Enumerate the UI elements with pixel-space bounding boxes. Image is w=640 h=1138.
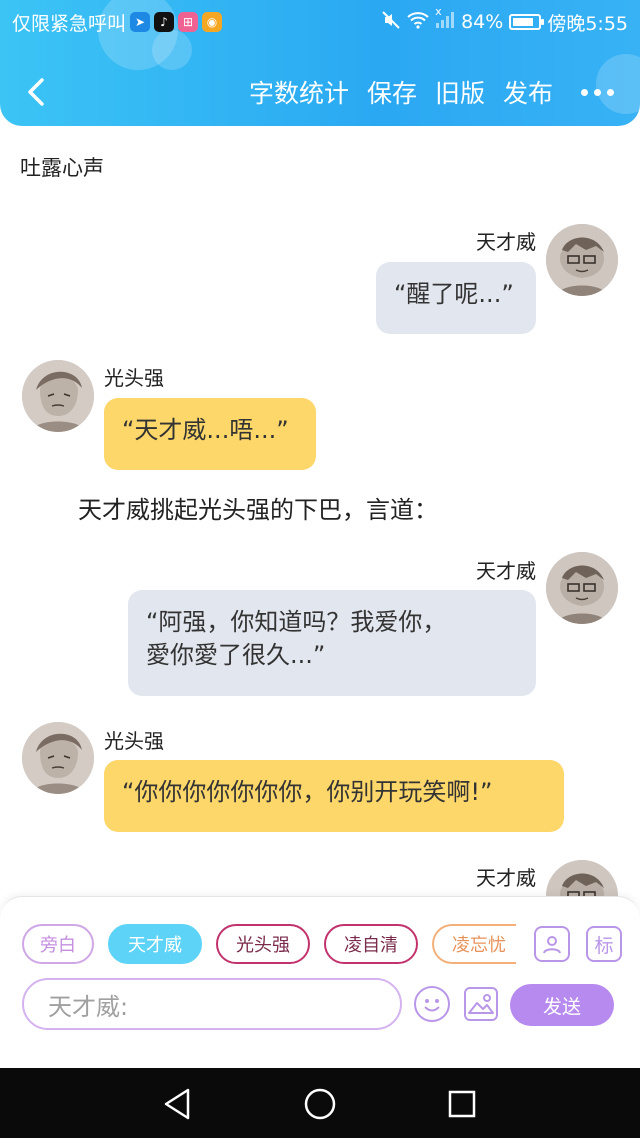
message-text: “醒了呢...” xyxy=(394,280,514,308)
message-text: “你你你你你你你，你别开玩笑啊!” xyxy=(122,778,493,806)
message-input[interactable]: 天才威: xyxy=(22,978,402,1030)
nav-recents-icon[interactable] xyxy=(446,1088,478,1124)
speaker-name: 天才威 xyxy=(476,559,536,583)
role-chip-guangtouqiang[interactable]: 光头强 xyxy=(216,924,310,964)
tiktok-icon: ♪ xyxy=(154,12,175,32)
message-bubble[interactable]: “天才威...唔...” xyxy=(104,398,316,470)
speaker-name: 天才威 xyxy=(476,230,536,254)
signal-icon: x xyxy=(435,5,455,34)
old-version-button[interactable]: 旧版 xyxy=(435,74,485,110)
emoji-icon[interactable] xyxy=(414,986,450,1022)
image-icon[interactable] xyxy=(464,987,498,1021)
publish-button[interactable]: 发布 xyxy=(503,74,553,110)
avatar-guangtouqiang[interactable] xyxy=(22,360,94,432)
section-title: 吐露心声 xyxy=(20,156,104,180)
message-bubble[interactable]: “你你你你你你你，你别开玩笑啊!” xyxy=(104,760,564,832)
battery-percent: 84% xyxy=(461,11,504,33)
clock: 傍晚5:55 xyxy=(547,12,628,35)
message-text-line: 愛你愛了很久...” xyxy=(146,641,326,669)
word-count-button[interactable]: 字数统计 xyxy=(249,74,349,110)
tag-icon[interactable]: 标 xyxy=(586,926,622,962)
role-chip-narrator[interactable]: 旁白 xyxy=(22,924,94,964)
character-manage-icon[interactable] xyxy=(534,926,570,962)
message-bubble[interactable]: “阿强，你知道吗？我爱你， 愛你愛了很久...” xyxy=(128,590,536,696)
wifi-icon xyxy=(407,11,429,34)
speaker-name: 光头强 xyxy=(104,729,164,753)
avatar-tiancaiwei[interactable] xyxy=(546,552,618,624)
app-icon-notification: ➤ xyxy=(130,12,151,32)
more-options-icon[interactable] xyxy=(581,88,614,96)
nav-back-icon[interactable] xyxy=(160,1086,196,1126)
message-text-line: “阿强，你知道吗？我爱你， xyxy=(146,608,447,636)
narration-text[interactable]: 天才威挑起光头强的下巴，言道： xyxy=(78,490,438,525)
role-chip-lingziqing[interactable]: 凌自清 xyxy=(324,924,418,964)
role-chip-tiancaiwei-selected[interactable]: 天才威 xyxy=(108,924,202,964)
avatar-guangtouqiang[interactable] xyxy=(22,722,94,794)
save-button[interactable]: 保存 xyxy=(367,74,417,110)
speaker-name: 光头强 xyxy=(104,366,164,390)
avatar-tiancaiwei[interactable] xyxy=(546,224,618,296)
app-header: 仅限紧急呼叫 ➤ ♪ ⊞ ◉ x 84% 傍晚5:55 字数统计 保存 旧版 发… xyxy=(0,0,640,126)
send-button[interactable]: 发送 xyxy=(510,984,614,1026)
system-navigation-bar xyxy=(0,1068,640,1138)
input-placeholder: 天才威: xyxy=(48,992,129,1021)
no-sim-mark: x xyxy=(435,4,442,18)
back-arrow-icon[interactable] xyxy=(18,74,54,110)
status-bar: 仅限紧急呼叫 ➤ ♪ ⊞ ◉ x 84% 傍晚5:55 xyxy=(0,0,640,44)
app-icon-grid: ⊞ xyxy=(178,12,199,32)
nav-home-icon[interactable] xyxy=(302,1086,338,1126)
message-bubble[interactable]: “醒了呢...” xyxy=(376,262,536,334)
role-chip-lingwangyou[interactable]: 凌忘忧 xyxy=(432,924,516,964)
speaker-name: 天才威 xyxy=(476,866,536,890)
nav-bar: 字数统计 保存 旧版 发布 xyxy=(0,62,640,122)
message-text: “天才威...唔...” xyxy=(122,416,289,444)
carrier-text: 仅限紧急呼叫 xyxy=(12,12,127,35)
battery-icon xyxy=(509,14,545,30)
weibo-icon: ◉ xyxy=(202,12,223,32)
mute-icon xyxy=(381,10,401,35)
